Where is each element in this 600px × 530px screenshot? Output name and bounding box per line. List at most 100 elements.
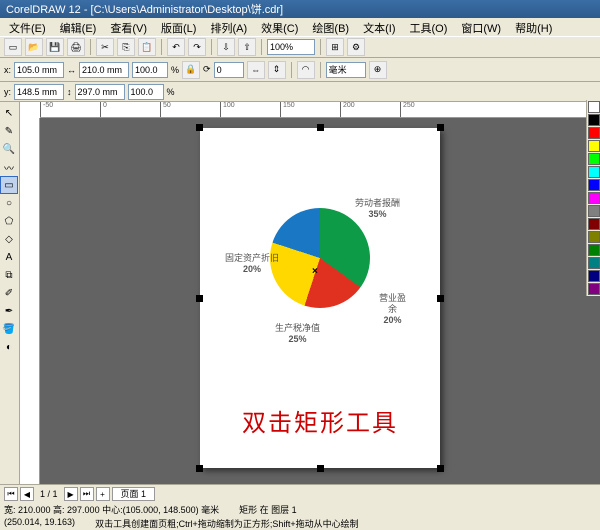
label-red: 营业盈余 20% (375, 293, 410, 325)
status-dimensions: 宽: 210.000 高: 297.000 中心:(105.000, 148.5… (4, 503, 219, 516)
prev-page-icon[interactable]: ◀ (20, 487, 34, 501)
label-blue: 固定资产折旧 20% (225, 253, 279, 275)
import-icon[interactable]: ⇩ (217, 38, 235, 56)
scale-x-field[interactable] (132, 62, 168, 78)
title-bar: CorelDRAW 12 - [C:\Users\Administrator\D… (0, 0, 600, 18)
pie-chart: 劳动者报酬 35% 营业盈余 20% 生产税净值 25% 固定资产折旧 20% (230, 178, 410, 358)
first-page-icon[interactable]: ⏮ (4, 487, 18, 501)
nudge-icon[interactable]: ⊕ (369, 61, 387, 79)
rectangle-tool-icon[interactable]: ▭ (0, 176, 18, 194)
units-combo[interactable] (326, 62, 366, 78)
color-swatch[interactable] (588, 244, 600, 256)
ruler-horizontal: -50050100150200250 (40, 102, 600, 118)
color-swatch[interactable] (588, 231, 600, 243)
annotation-text: 双击矩形工具 (200, 403, 440, 438)
selection-handle[interactable] (317, 124, 324, 131)
copy-icon[interactable]: ⎘ (117, 38, 135, 56)
ellipse-tool-icon[interactable]: ○ (0, 194, 18, 212)
pos-x-field[interactable] (14, 62, 64, 78)
color-swatch[interactable] (588, 101, 600, 113)
scale-y-field[interactable] (128, 84, 164, 100)
menu-item[interactable]: 文件(E) (4, 19, 51, 35)
save-icon[interactable]: 💾 (46, 38, 64, 56)
app-title: CorelDRAW 12 - [C:\Users\Administrator\D… (6, 1, 283, 17)
page-count: 1 / 1 (36, 489, 62, 499)
color-swatch[interactable] (588, 283, 600, 295)
selection-handle[interactable] (317, 465, 324, 472)
pick-tool-icon[interactable]: ↖ (0, 104, 18, 122)
menu-bar: 文件(E)编辑(E)查看(V)版面(L)排列(A)效果(C)绘图(B)文本(I)… (0, 18, 600, 36)
mirror-v-icon[interactable]: ⇕ (268, 61, 286, 79)
zoom-tool-icon[interactable]: 🔍 (0, 140, 18, 158)
color-swatch[interactable] (588, 257, 600, 269)
menu-item[interactable]: 版面(L) (156, 19, 201, 35)
redo-icon[interactable]: ↷ (188, 38, 206, 56)
pos-y-field[interactable] (14, 84, 64, 100)
outline-tool-icon[interactable]: ✒ (0, 302, 18, 320)
text-tool-icon[interactable]: A (0, 248, 18, 266)
menu-item[interactable]: 窗口(W) (456, 19, 506, 35)
color-swatch[interactable] (588, 153, 600, 165)
menu-item[interactable]: 工具(O) (404, 19, 452, 35)
page-tab[interactable]: 页面 1 (112, 487, 156, 501)
menu-item[interactable]: 查看(V) (105, 19, 152, 35)
height-field[interactable] (75, 84, 125, 100)
selection-handle[interactable] (437, 465, 444, 472)
canvas-area[interactable]: -50050100150200250 × 劳动者报酬 35% (20, 102, 600, 502)
options-icon[interactable]: ⚙ (347, 38, 365, 56)
corner-icon[interactable]: ◠ (297, 61, 315, 79)
menu-item[interactable]: 绘图(B) (307, 19, 354, 35)
open-icon[interactable]: 📂 (25, 38, 43, 56)
color-swatch[interactable] (588, 140, 600, 152)
blend-tool-icon[interactable]: ⧉ (0, 266, 18, 284)
export-icon[interactable]: ⇧ (238, 38, 256, 56)
status-bar: ⏮ ◀ 1 / 1 ▶ ⏭ + 页面 1 宽: 210.000 高: 297.0… (0, 484, 600, 518)
shape-tool-icon[interactable]: ✎ (0, 122, 18, 140)
lock-ratio-icon[interactable]: 🔒 (182, 61, 200, 79)
property-bar: x: ↔ % 🔒 ⟳ ⇔ ⇕ ◠ ⊕ (0, 58, 600, 82)
snap-icon[interactable]: ⊞ (326, 38, 344, 56)
page-rectangle[interactable]: × 劳动者报酬 35% 营业盈余 20% 生产税净值 25% (200, 128, 440, 468)
selection-handle[interactable] (437, 124, 444, 131)
menu-item[interactable]: 编辑(E) (55, 19, 102, 35)
mirror-h-icon[interactable]: ⇔ (247, 61, 265, 79)
add-page-icon[interactable]: + (96, 487, 110, 501)
menu-item[interactable]: 效果(C) (256, 19, 303, 35)
width-field[interactable] (79, 62, 129, 78)
selection-handle[interactable] (196, 465, 203, 472)
interactive-fill-icon[interactable]: ◐ (0, 338, 18, 356)
selection-handle[interactable] (196, 295, 203, 302)
selection-handle[interactable] (437, 295, 444, 302)
selection-handle[interactable] (196, 124, 203, 131)
undo-icon[interactable]: ↶ (167, 38, 185, 56)
zoom-combo[interactable] (267, 39, 315, 55)
color-swatch[interactable] (588, 114, 600, 126)
workspace[interactable]: × 劳动者报酬 35% 营业盈余 20% 生产税净值 25% (40, 118, 600, 502)
menu-item[interactable]: 帮助(H) (510, 19, 557, 35)
color-swatch[interactable] (588, 218, 600, 230)
color-swatch[interactable] (588, 166, 600, 178)
color-swatch[interactable] (588, 205, 600, 217)
status-selection: 矩形 在 图层 1 (239, 503, 297, 516)
basic-shapes-icon[interactable]: ◇ (0, 230, 18, 248)
rotation-field[interactable] (214, 62, 244, 78)
eyedropper-tool-icon[interactable]: ✐ (0, 284, 18, 302)
standard-toolbar: ▭ 📂 💾 🖨 ✂ ⎘ 📋 ↶ ↷ ⇩ ⇧ ⊞ ⚙ (0, 36, 600, 58)
color-swatch[interactable] (588, 192, 600, 204)
fill-tool-icon[interactable]: 🪣 (0, 320, 18, 338)
new-icon[interactable]: ▭ (4, 38, 22, 56)
toolbox: ↖ ✎ 🔍 〰 ▭ ○ ⬠ ◇ A ⧉ ✐ ✒ 🪣 ◐ (0, 102, 20, 502)
menu-item[interactable]: 排列(A) (205, 19, 252, 35)
print-icon[interactable]: 🖨 (67, 38, 85, 56)
next-page-icon[interactable]: ▶ (64, 487, 78, 501)
polygon-tool-icon[interactable]: ⬠ (0, 212, 18, 230)
menu-item[interactable]: 文本(I) (358, 19, 400, 35)
color-swatch[interactable] (588, 127, 600, 139)
status-coords: (250.014, 19.163) (4, 517, 75, 530)
freehand-tool-icon[interactable]: 〰 (0, 158, 18, 176)
cut-icon[interactable]: ✂ (96, 38, 114, 56)
color-swatch[interactable] (588, 179, 600, 191)
paste-icon[interactable]: 📋 (138, 38, 156, 56)
color-swatch[interactable] (588, 270, 600, 282)
last-page-icon[interactable]: ⏭ (80, 487, 94, 501)
